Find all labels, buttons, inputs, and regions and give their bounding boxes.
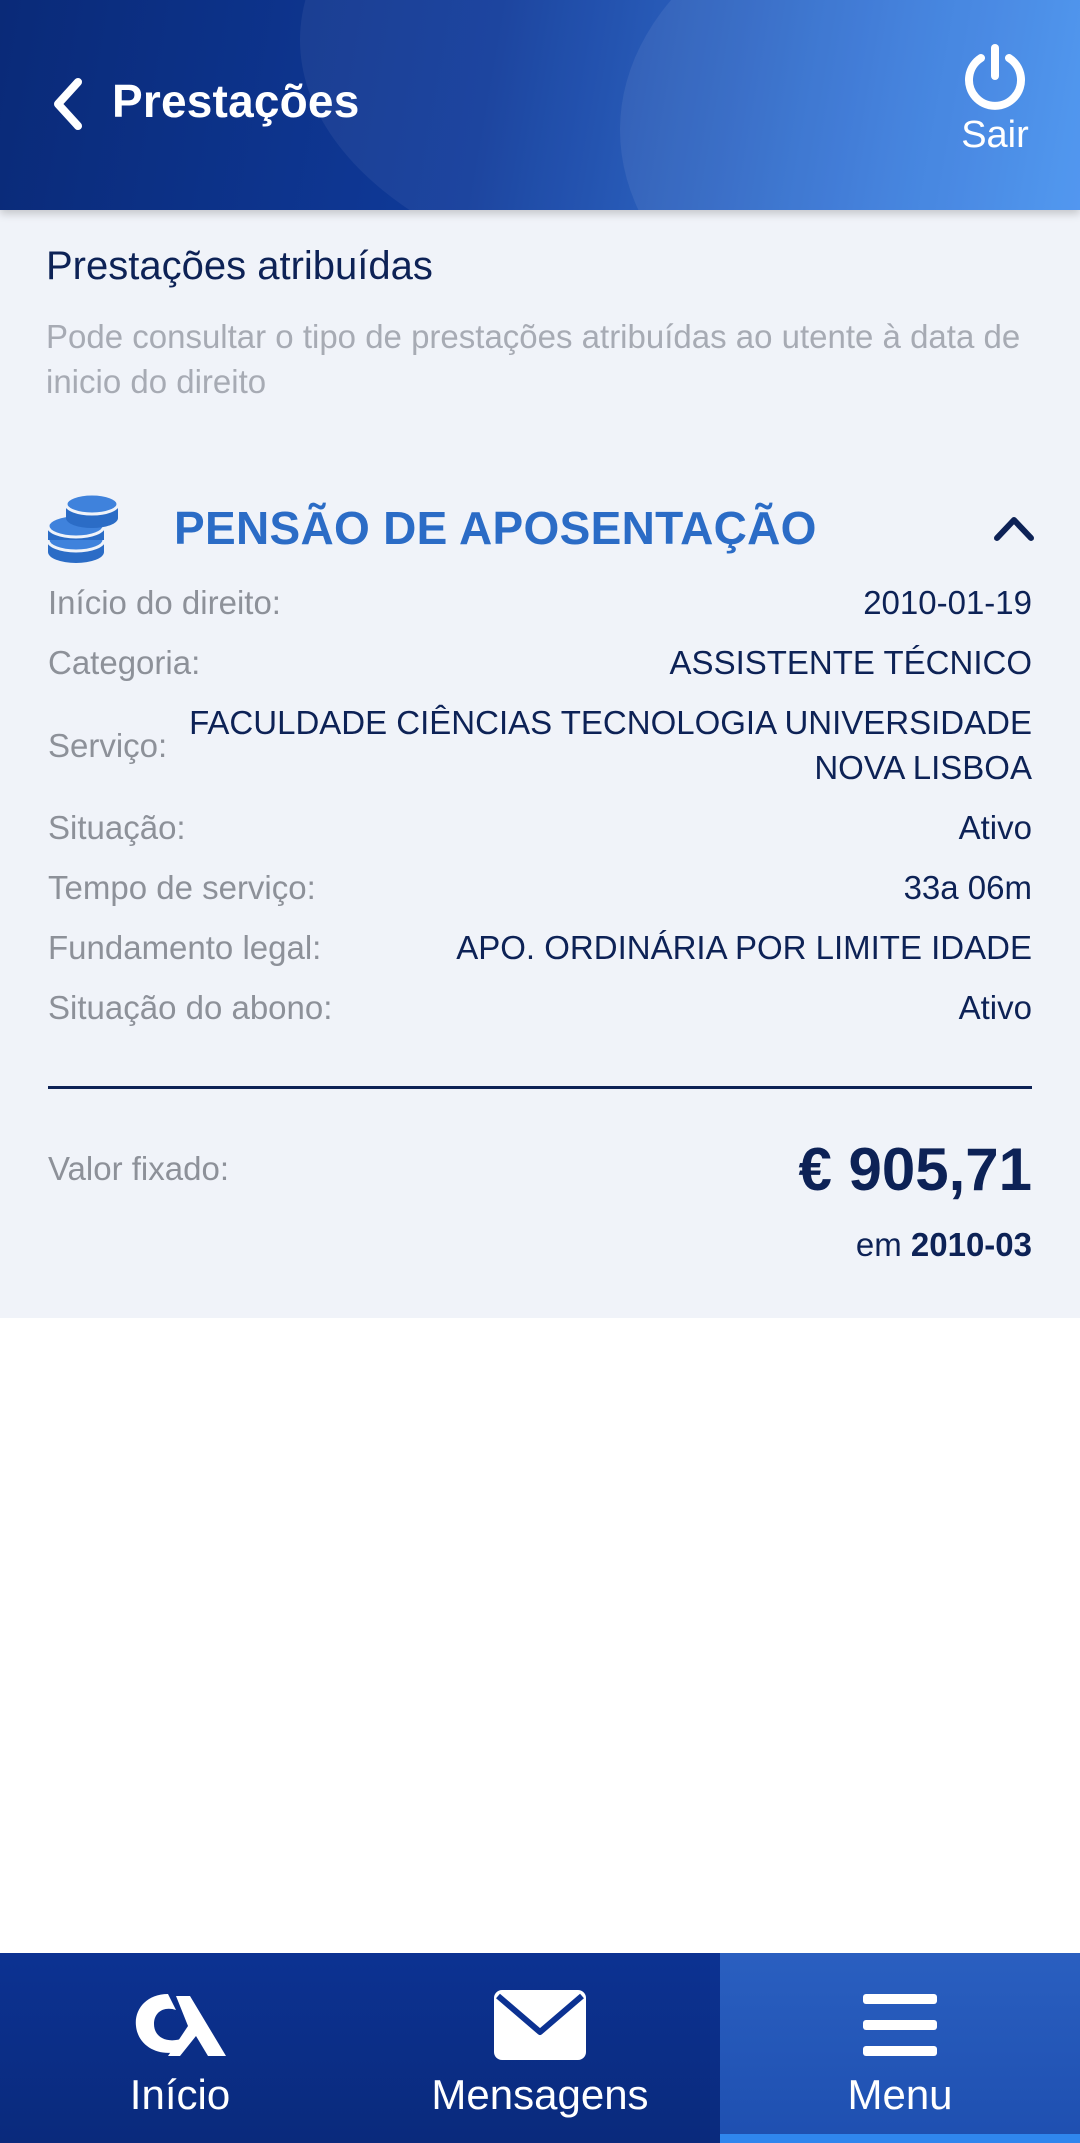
nav-label: Início [129, 2071, 231, 2118]
detail-label: Tempo de serviço: [48, 869, 316, 906]
coins-icon [46, 492, 120, 563]
chevron-up-icon[interactable] [992, 510, 1036, 544]
detail-value: Ativo [958, 989, 1032, 1026]
benefits-content: Prestações atribuídas Pode consultar o t… [0, 210, 1080, 1318]
detail-label: Início do direito: [48, 584, 281, 621]
logout-button[interactable]: Sair [950, 44, 1040, 164]
detail-row-situacao: Situação: Ativo [48, 805, 1032, 850]
nav-label: Menu [847, 2071, 953, 2118]
nav-item-menu[interactable]: Menu [720, 1953, 1080, 2143]
power-icon [965, 44, 1025, 110]
detail-row-servico: Serviço: FACULDADE CIÊNCIAS TECNOLOGIA U… [48, 700, 1032, 790]
detail-label: Categoria: [48, 644, 201, 681]
bottom-navigation: Início Mensagens Menu [0, 1953, 1080, 2143]
detail-value: ASSISTENTE TÉCNICO [669, 644, 1032, 681]
detail-value: 33a 06m [903, 869, 1032, 906]
valor-fixado-label: Valor fixado: [48, 1150, 229, 1187]
logo-icon [132, 1983, 228, 2067]
nav-label: Mensagens [431, 2071, 649, 2118]
envelope-icon [494, 1983, 586, 2067]
back-button[interactable] [42, 72, 92, 136]
app-header: Prestações Sair [0, 0, 1080, 210]
detail-value: APO. ORDINÁRIA POR LIMITE IDADE [456, 929, 1032, 966]
detail-value: FACULDADE CIÊNCIAS TECNOLOGIA UNIVERSIDA… [189, 704, 1032, 786]
detail-row-fundamento-legal: Fundamento legal: APO. ORDINÁRIA POR LIM… [48, 925, 1032, 970]
page-title: Prestações [112, 75, 360, 127]
detail-row-situacao-abono: Situação do abono: Ativo [48, 985, 1032, 1030]
section-title: Prestações atribuídas [46, 244, 433, 288]
nav-item-inicio[interactable]: Início [0, 1953, 360, 2143]
detail-row-categoria: Categoria: ASSISTENTE TÉCNICO [48, 640, 1032, 685]
detail-row-inicio: Início do direito: 2010-01-19 [48, 580, 1032, 625]
detail-label: Situação: [48, 809, 186, 846]
valor-fixado-amount: € 905,71 [798, 1136, 1032, 1203]
screen: Prestações Sair Prestações atribuídas Po… [0, 0, 1080, 2143]
valor-date-value: 2010-03 [910, 1226, 1032, 1263]
benefit-accordion-header[interactable]: PENSÃO DE APOSENTAÇÃO [46, 488, 1036, 568]
detail-value: Ativo [958, 809, 1032, 846]
benefit-details: Início do direito: 2010-01-19 Categoria:… [48, 580, 1032, 1045]
detail-value: 2010-01-19 [863, 584, 1032, 621]
benefit-name: PENSÃO DE APOSENTAÇÃO [174, 502, 817, 554]
logout-label: Sair [961, 114, 1029, 156]
divider [48, 1086, 1032, 1089]
detail-row-tempo-servico: Tempo de serviço: 33a 06m [48, 865, 1032, 910]
hamburger-menu-icon [863, 1983, 937, 2067]
detail-label: Fundamento legal: [48, 929, 322, 966]
chevron-left-icon [54, 78, 82, 130]
detail-label: Situação do abono: [48, 989, 333, 1026]
nav-item-mensagens[interactable]: Mensagens [360, 1953, 720, 2143]
valor-date-prefix: em [855, 1226, 902, 1263]
valor-fixado-date: em 2010-03 [856, 1226, 1032, 1264]
section-description: Pode consultar o tipo de prestações atri… [46, 318, 1021, 400]
detail-label: Serviço: [48, 726, 168, 764]
